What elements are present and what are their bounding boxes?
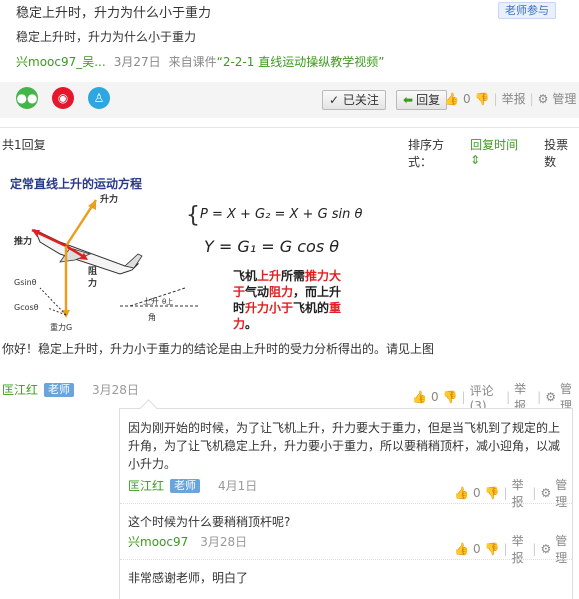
- thumb-down-icon[interactable]: 👎: [485, 542, 500, 556]
- sort-options: 排序方式： 回复时间 ⇕ 投票数: [408, 136, 579, 170]
- climb-label: 上升: [143, 297, 159, 306]
- figure-note: 飞机上升所需推力大 于气动阻力，而上升 时升力小于飞机的重 力。: [233, 268, 341, 331]
- question-meta: 兴mooc97_吴... 3月27日 来自课件“2-2-1 直线运动操纵教学视频…: [16, 53, 384, 70]
- svg-text:力。: 力。: [233, 316, 257, 331]
- comment-like-count: 0: [472, 542, 481, 556]
- comments-panel: 因为刚开始的时候，为了让飞机上升，升力要大于重力，但是当飞机到了规定的上升角，为…: [119, 408, 573, 599]
- answer-author[interactable]: 匡江红: [2, 381, 38, 398]
- comment-date: 3月28日: [200, 535, 248, 549]
- gravity-label: 重力G: [50, 322, 72, 332]
- followed-button[interactable]: ✓ 已关注: [322, 90, 386, 110]
- comment-meta: 兴mooc97 3月28日: [128, 533, 247, 550]
- sort-by-time[interactable]: 回复时间 ⇕: [470, 136, 530, 170]
- figure-title: 定常直线上升的运动方程: [10, 176, 142, 191]
- question-manage-link[interactable]: 管理: [552, 90, 576, 107]
- question-body: 稳定上升时，升力为什么小于重力: [16, 30, 197, 44]
- reply-count: 共1回复: [2, 138, 46, 152]
- teacher-badge: 老师: [170, 478, 201, 493]
- source-link[interactable]: “2-2-1 直线运动操纵教学视频”: [217, 55, 385, 69]
- gcos-label: Gcosθ: [14, 303, 39, 312]
- gear-icon: ⚙: [540, 486, 552, 500]
- thrust-label: 推力: [14, 235, 32, 247]
- comment-date: 4月1日: [218, 479, 258, 493]
- comment-meta: 匡江红 老师 4月1日: [128, 477, 257, 494]
- teacher-badge: 老师: [44, 382, 75, 397]
- answer-like-count: 0: [430, 390, 439, 404]
- brace: {: [186, 203, 200, 228]
- wechat-share-icon[interactable]: ●●: [16, 87, 38, 109]
- answer-meta: 匡江红 老师 3月28日: [2, 381, 139, 398]
- reply-arrow-icon: ⬅: [403, 93, 414, 107]
- question-like-count: 0: [462, 91, 471, 106]
- thumb-up-icon[interactable]: 👍: [454, 542, 469, 556]
- force-diagram: 定常直线上升的运动方程 升力 推力 阻 力 重力G Gsinθ Gcosθ 上升: [10, 176, 363, 332]
- answer-figure: 定常直线上升的运动方程 升力 推力 阻 力 重力G Gsinθ Gcosθ 上升: [0, 170, 370, 335]
- question-title: 稳定上升时，升力为什么小于重力: [16, 6, 212, 21]
- gear-icon: ⚙: [545, 390, 556, 404]
- equation-2: Y = G₁ = G cos θ: [204, 237, 339, 256]
- comment-text: 因为刚开始的时候，为了让飞机上升，升力要大于重力，但是当飞机到了规定的上升角，为…: [128, 421, 561, 471]
- thumb-down-icon[interactable]: 👎: [485, 486, 500, 500]
- svg-text:时升力小于飞机的重: 时升力小于飞机的重: [233, 300, 341, 315]
- question-author[interactable]: 兴mooc97_吴...: [16, 53, 106, 70]
- theta-label: θ上: [162, 297, 173, 306]
- thumb-down-icon[interactable]: 👎: [443, 390, 458, 404]
- gsin-component: [39, 287, 67, 316]
- thumb-up-icon[interactable]: 👍: [444, 92, 459, 106]
- sort-label: 排序方式：: [408, 138, 445, 169]
- weibo-share-icon[interactable]: ◉: [52, 87, 74, 109]
- angle-label: 角: [148, 312, 156, 322]
- comment-text: 非常感谢老师，明白了: [128, 571, 249, 585]
- reply-button-label: 回复: [416, 93, 441, 107]
- question-date: 3月27日: [113, 55, 161, 69]
- gear-icon: ⚙: [540, 542, 552, 556]
- drag-label-1: 阻: [88, 266, 97, 277]
- question-action-bar: ●● ◉ ♙ ✓ 已关注 ⬅ 回复 👍 0 👎 | 举报 | ⚙ 管理: [0, 82, 579, 118]
- comment-report-link[interactable]: 举报: [512, 532, 529, 566]
- answer-date: 3月28日: [92, 383, 139, 397]
- comment-manage-link[interactable]: 管理: [555, 532, 572, 566]
- source-prefix: 来自课件: [168, 55, 217, 69]
- teacher-participated-badge: 老师参与: [498, 2, 556, 19]
- comment-manage-link[interactable]: 管理: [555, 476, 572, 510]
- question-ops: 👍 0 👎 | 举报 | ⚙ 管理: [444, 90, 577, 107]
- question-report-link[interactable]: 举报: [502, 90, 526, 107]
- comment-author[interactable]: 兴mooc97: [128, 533, 188, 550]
- qq-share-icon[interactable]: ♙: [88, 87, 110, 109]
- answer-text: 你好！稳定上升时，升力小于重力的结论是由上升时的受力分析得出的。请见上图: [2, 342, 435, 356]
- comment-text: 这个时候为什么要稍稍顶杆呢?: [128, 515, 291, 529]
- lift-label: 升力: [100, 193, 118, 205]
- divider: [120, 503, 572, 504]
- comment-report-link[interactable]: 举报: [512, 476, 529, 510]
- divider: [120, 559, 572, 560]
- replies-bar: 共1回复 排序方式： 回复时间 ⇕ 投票数: [0, 127, 579, 169]
- comment-like-count: 0: [472, 486, 481, 500]
- thumb-down-icon[interactable]: 👎: [475, 92, 490, 106]
- drag-label-2: 力: [88, 277, 97, 289]
- thumb-up-icon[interactable]: 👍: [454, 486, 469, 500]
- comment-ops: 👍 0 👎 | 举报 | ⚙ 管理: [454, 532, 572, 566]
- gsin-label: Gsinθ: [14, 278, 37, 287]
- reply-button[interactable]: ⬅ 回复: [396, 90, 448, 110]
- question-source: 来自课件“2-2-1 直线运动操纵教学视频”: [169, 53, 385, 70]
- thumb-up-icon[interactable]: 👍: [412, 390, 427, 404]
- equation-1: P = X + G₂ = X + G sin θ: [200, 207, 363, 222]
- comment-author[interactable]: 匡江红: [128, 477, 164, 494]
- sort-by-votes[interactable]: 投票数: [544, 136, 579, 170]
- svg-text:飞机上升所需推力大: 飞机上升所需推力大: [233, 268, 341, 283]
- comment-ops: 👍 0 👎 | 举报 | ⚙ 管理: [454, 476, 572, 510]
- svg-text:于气动阻力，而上升: 于气动阻力，而上升: [233, 284, 341, 299]
- gear-icon: ⚙: [537, 91, 549, 106]
